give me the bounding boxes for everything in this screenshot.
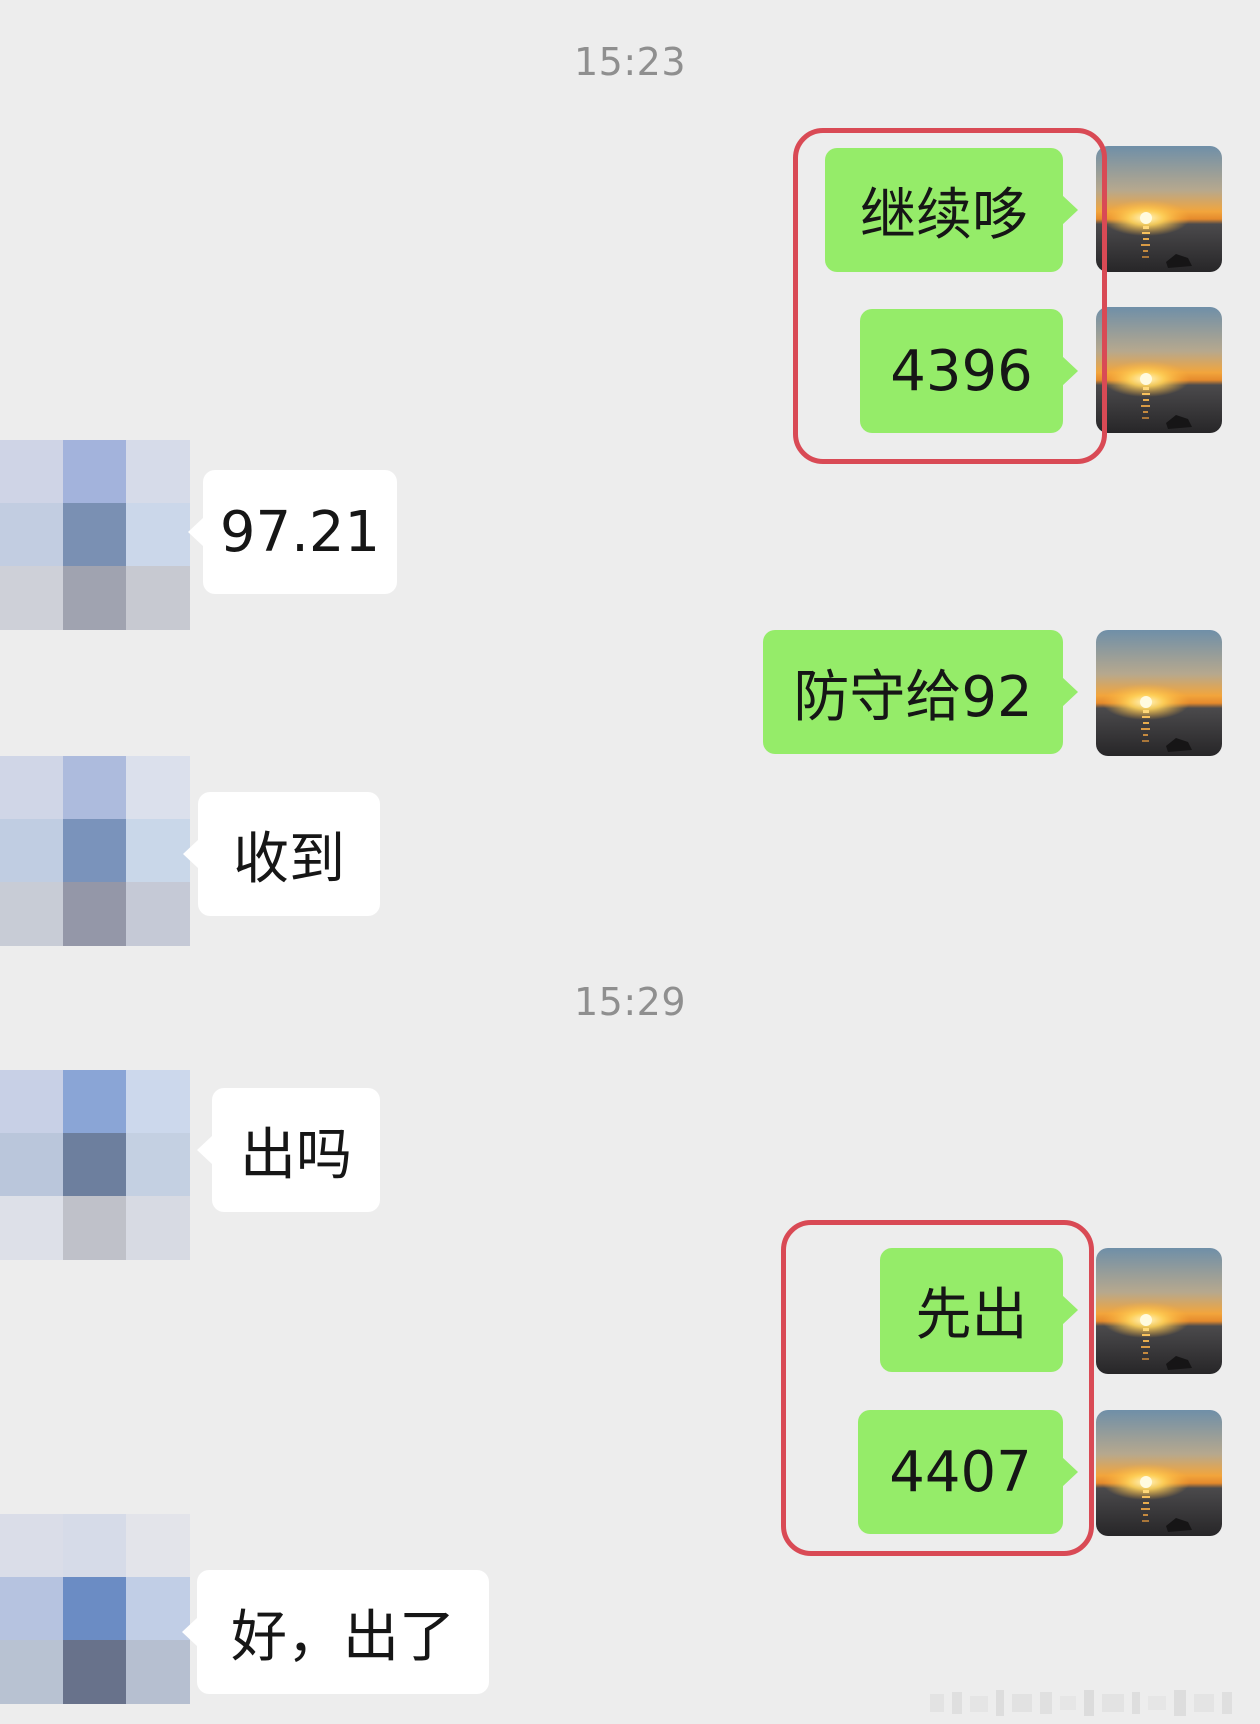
contact-message-bubble[interactable]: 收到	[183, 792, 380, 916]
contact-message-bubble[interactable]: 97.21	[188, 470, 397, 594]
contact-message-bubble[interactable]: 出吗	[197, 1088, 380, 1212]
sunset-photo-icon	[1096, 630, 1222, 756]
message-text: 防守给92	[793, 664, 1033, 730]
my-message-bubble[interactable]: 先出	[880, 1248, 1078, 1372]
bubble-tail	[182, 1617, 198, 1647]
message-text: 先出	[915, 1282, 1028, 1348]
message-text: 97.21	[219, 499, 381, 565]
bubble-tail	[197, 1135, 213, 1165]
watermark-graphic	[930, 1690, 1232, 1716]
my-message-bubble[interactable]: 4396	[860, 309, 1078, 433]
my-avatar[interactable]	[1096, 1248, 1222, 1374]
message-text: 4396	[890, 338, 1033, 404]
chat-window[interactable]: 15:23 继续哆 4396 97.21 防守给92 收到 15:29 出吗 先…	[0, 0, 1260, 1724]
message-text: 4407	[889, 1439, 1032, 1505]
pixelated-avatar-icon	[0, 756, 190, 946]
timestamp: 15:29	[573, 980, 686, 1024]
my-avatar[interactable]	[1096, 146, 1222, 272]
message-text: 好，出了	[231, 1604, 455, 1670]
sunset-photo-icon	[1096, 146, 1222, 272]
pixelated-avatar-icon	[0, 1514, 190, 1704]
pixelated-avatar-icon	[0, 1070, 190, 1260]
my-message-bubble[interactable]: 4407	[858, 1410, 1078, 1534]
message-text: 收到	[233, 826, 345, 892]
bubble-tail	[188, 517, 204, 547]
bubble-tail	[1062, 677, 1078, 707]
my-avatar[interactable]	[1096, 1410, 1222, 1536]
message-text: 继续哆	[860, 182, 1028, 248]
pixelated-avatar-icon	[0, 440, 190, 630]
bubble-tail	[1062, 356, 1078, 386]
bubble-tail	[183, 839, 199, 869]
bubble-tail	[1062, 1457, 1078, 1487]
my-avatar[interactable]	[1096, 307, 1222, 433]
my-avatar[interactable]	[1096, 630, 1222, 756]
bubble-tail	[1062, 1295, 1078, 1325]
message-text: 出吗	[240, 1122, 352, 1188]
my-message-bubble[interactable]: 防守给92	[763, 630, 1078, 754]
my-message-bubble[interactable]: 继续哆	[825, 148, 1078, 272]
sunset-photo-icon	[1096, 307, 1222, 433]
timestamp: 15:23	[573, 40, 686, 84]
contact-avatar[interactable]	[0, 1070, 190, 1260]
contact-avatar[interactable]	[0, 1514, 190, 1704]
contact-avatar[interactable]	[0, 756, 190, 946]
contact-avatar[interactable]	[0, 440, 190, 630]
contact-message-bubble[interactable]: 好，出了	[182, 1570, 489, 1694]
sunset-photo-icon	[1096, 1248, 1222, 1374]
bubble-tail	[1062, 195, 1078, 225]
sunset-photo-icon	[1096, 1410, 1222, 1536]
